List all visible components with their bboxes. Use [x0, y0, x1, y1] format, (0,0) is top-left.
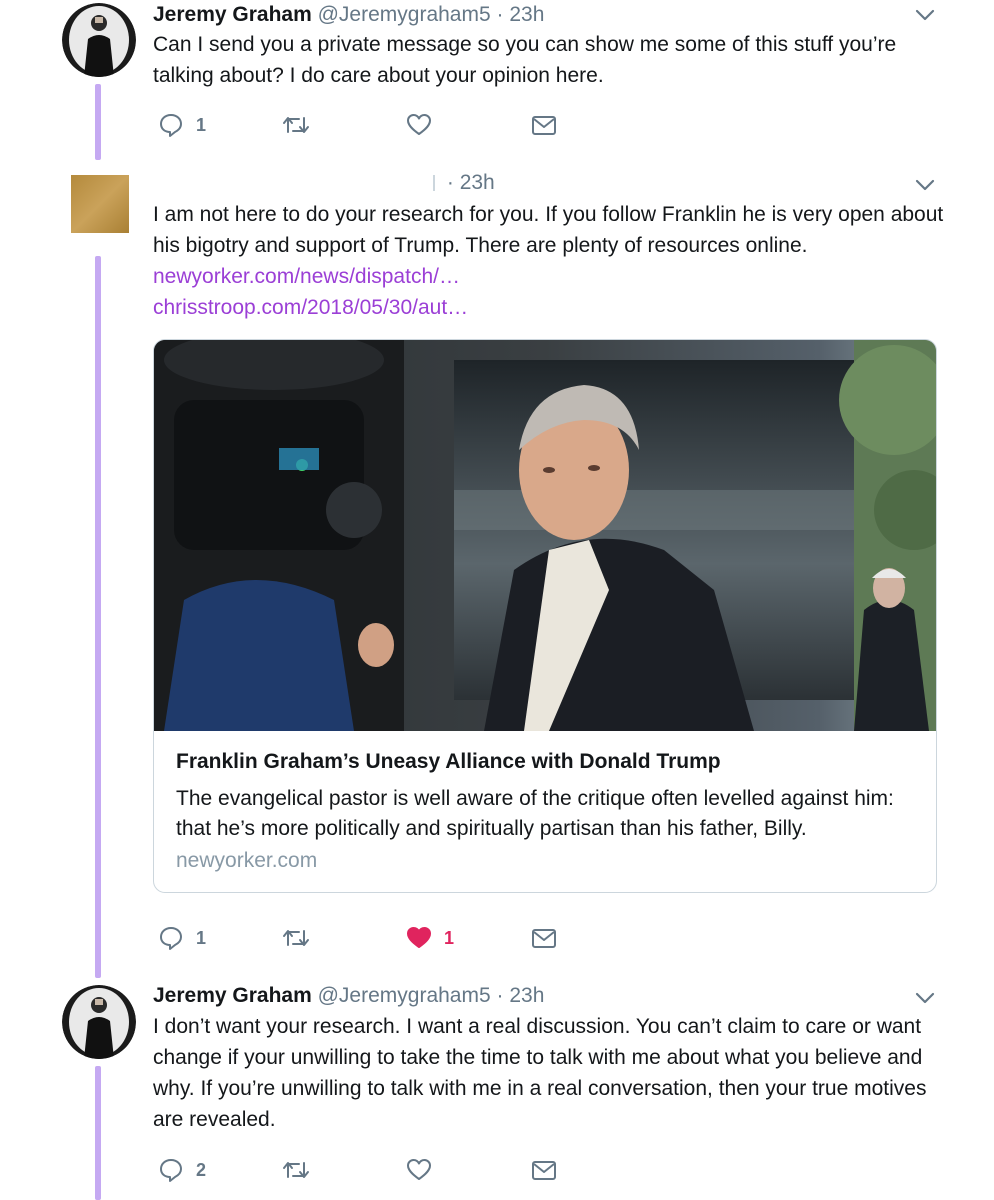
- link-newyorker[interactable]: newyorker.com/news/dispatch/…: [153, 261, 460, 292]
- avatar[interactable]: [71, 175, 129, 233]
- thread-line-3: [95, 1066, 101, 1200]
- tweet-text: I don’t want your research. I want a rea…: [153, 1015, 927, 1131]
- message-button[interactable]: [531, 1156, 557, 1184]
- retweet-icon: [282, 112, 310, 138]
- message-icon: [531, 925, 557, 951]
- retweet-icon: [282, 925, 310, 951]
- card-domain: newyorker.com: [176, 849, 318, 872]
- like-button[interactable]: [406, 1156, 432, 1184]
- user-name[interactable]: Jeremy Graham: [153, 984, 312, 1007]
- user-handle[interactable]: @Jeremygraham5: [318, 3, 491, 26]
- tweet-text: Can I send you a private message so you …: [153, 33, 897, 87]
- timestamp[interactable]: 23h: [509, 3, 544, 26]
- separator-dot: ·: [446, 171, 454, 194]
- tweet-text: I am not here to do your research for yo…: [153, 203, 944, 257]
- like-icon: [406, 1157, 432, 1183]
- link-preview-card[interactable]: Franklin Graham’s Uneasy Alliance with D…: [153, 339, 937, 893]
- message-icon: [531, 112, 557, 138]
- chevron-down-icon[interactable]: [914, 987, 936, 1009]
- retweet-button[interactable]: [282, 111, 310, 139]
- retweet-button[interactable]: [282, 1156, 310, 1184]
- reply-button[interactable]: 1: [158, 111, 206, 139]
- user-name[interactable]: Jeremy Graham: [153, 3, 312, 26]
- thread-line-1: [95, 84, 101, 160]
- reply-icon: [158, 925, 184, 951]
- like-icon: [406, 925, 432, 951]
- reply-count: 1: [196, 927, 207, 948]
- message-icon: [531, 1157, 557, 1183]
- like-icon: [406, 112, 432, 138]
- chevron-down-icon[interactable]: [914, 4, 936, 26]
- chevron-down-icon[interactable]: [914, 174, 936, 196]
- redacted-name-marker: [433, 175, 435, 192]
- retweet-icon: [282, 1157, 310, 1183]
- avatar[interactable]: [62, 3, 136, 77]
- reply-icon: [158, 112, 184, 138]
- card-image: [154, 340, 936, 731]
- timestamp[interactable]: 23h: [460, 171, 495, 194]
- tweet-header: Jeremy Graham @Jeremygraham5 · 23h: [153, 983, 544, 1009]
- reply-button[interactable]: 1: [158, 924, 206, 952]
- like-button[interactable]: 1: [406, 924, 454, 952]
- avatar[interactable]: [62, 985, 136, 1059]
- thread-line-2: [95, 256, 101, 978]
- card-description: The evangelical pastor is well aware of …: [176, 787, 894, 840]
- reply-button[interactable]: 2: [158, 1156, 206, 1184]
- user-handle[interactable]: @Jeremygraham5: [318, 984, 491, 1007]
- link-chrisstroop[interactable]: chrisstroop.com/2018/05/30/aut…: [153, 292, 468, 323]
- separator-dot: ·: [496, 3, 504, 26]
- reply-count: 2: [196, 1159, 207, 1180]
- tweet-header: Jeremy Graham @Jeremygraham5 · 23h: [153, 2, 544, 28]
- retweet-button[interactable]: [282, 924, 310, 952]
- tweet-header: · 23h: [433, 170, 495, 196]
- like-button[interactable]: [406, 111, 432, 139]
- card-title: Franklin Graham’s Uneasy Alliance with D…: [176, 750, 721, 773]
- message-button[interactable]: [531, 924, 557, 952]
- separator-dot: ·: [496, 984, 504, 1007]
- like-count: 1: [444, 927, 455, 948]
- reply-icon: [158, 1157, 184, 1183]
- message-button[interactable]: [531, 111, 557, 139]
- timestamp[interactable]: 23h: [509, 984, 544, 1007]
- reply-count: 1: [196, 114, 207, 135]
